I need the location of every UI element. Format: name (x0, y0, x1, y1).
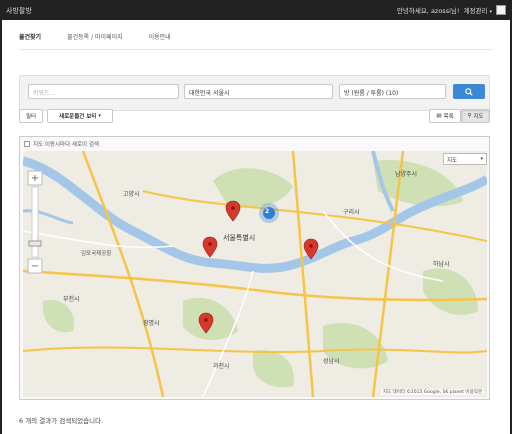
new-listing-dropdown[interactable]: 새로운물건 보티 ▾ (47, 109, 113, 123)
tab-guide[interactable]: 이용안내 (149, 30, 171, 50)
search-panel: 키워드... 대한민국 서울시 방 (원룸 / 투룸) (10) (19, 75, 490, 111)
caret-down-icon: ▾ (489, 9, 492, 15)
tab-find-listing[interactable]: 물건찾기 (19, 30, 41, 50)
map-label-seongnam: 성남시 (323, 358, 340, 365)
filter-button[interactable]: 필터 (19, 109, 43, 123)
map-svg: + − (23, 151, 487, 397)
map-label-bucheon: 부천시 (63, 296, 80, 303)
map-view-button[interactable]: ⚲ 지도 (461, 109, 490, 123)
map-panel: 지도 이동시마다 새로이 검색 + − 2 서울특별시 구리시 남양주시 하남시… (19, 136, 490, 400)
tab-register-mypage[interactable]: 물건등록 / 마이페이지 (67, 30, 123, 50)
user-area: 안녕하세요, azossi님! 계정관리 ▾ (397, 4, 506, 16)
search-button[interactable] (453, 84, 485, 99)
map-label-gimpo-airport: 김포국제공항 (81, 251, 112, 257)
new-listing-label: 새로운물건 보티 (59, 114, 97, 120)
move-search-checkbox[interactable]: 지도 이동시마다 새로이 검색 (24, 140, 99, 148)
caret-down-icon: ▾ (98, 113, 101, 119)
map-label-seoul: 서울특별시 (223, 234, 256, 242)
map-canvas[interactable]: + − 2 서울특별시 구리시 남양주시 하남시 부천시 광명시 고양시 김포국… (23, 151, 487, 397)
result-summary: 6 개의 결과가 검색되었습니다. (19, 417, 104, 425)
svg-text:+: + (31, 173, 39, 184)
map-attribution: 지도 데이터 ©2015 Google, SK planet 이용약관 (380, 389, 484, 395)
search-icon (465, 87, 473, 96)
map-label-guri: 구리시 (343, 209, 360, 216)
account-menu[interactable]: 계정관리 ▾ (463, 5, 492, 15)
avatar[interactable] (496, 5, 506, 15)
map-label-hanam: 하남시 (433, 261, 450, 268)
map-pin-icon: ⚲ (467, 113, 472, 119)
page-container: 물건찾기 물건등록 / 마이페이지 이용안내 키워드... 대한민국 서울시 방… (2, 20, 510, 434)
room-type-select[interactable]: 방 (원룸 / 투룸) (10) (339, 84, 446, 99)
list-view-label: 목록 (443, 114, 454, 120)
map-label-goyang: 고양시 (123, 191, 140, 198)
map-type-label: 지도 (447, 158, 458, 164)
list-icon: ▤ (436, 113, 442, 119)
map-type-select[interactable]: 지도 ▾ (443, 153, 487, 165)
location-input[interactable]: 대한민국 서울시 (184, 84, 333, 99)
map-label-gwacheon: 과천시 (213, 363, 230, 370)
brand-logo[interactable]: 사방팔방 (6, 6, 32, 16)
svg-text:−: − (31, 261, 39, 272)
main-tabs: 물건찾기 물건등록 / 마이페이지 이용안내 (19, 30, 493, 50)
move-search-label: 지도 이동시마다 새로이 검색 (33, 142, 99, 148)
list-view-button[interactable]: ▤ 목록 (429, 109, 461, 123)
map-label-namyangju: 남양주시 (395, 171, 418, 178)
greeting-text: 안녕하세요, azossi님! (396, 7, 460, 15)
map-view-label: 지도 (473, 114, 484, 120)
caret-down-icon: ▾ (480, 156, 483, 162)
top-navbar: 사방팔방 안녕하세요, azossi님! 계정관리 ▾ (0, 0, 512, 20)
keyword-input[interactable]: 키워드... (28, 84, 179, 99)
cluster-count: 2 (265, 208, 270, 215)
tab-divider (19, 49, 493, 50)
map-label-gwangmyeong: 광명시 (143, 320, 160, 327)
account-menu-label: 계정관리 (463, 7, 488, 15)
checkbox-icon (24, 141, 30, 147)
